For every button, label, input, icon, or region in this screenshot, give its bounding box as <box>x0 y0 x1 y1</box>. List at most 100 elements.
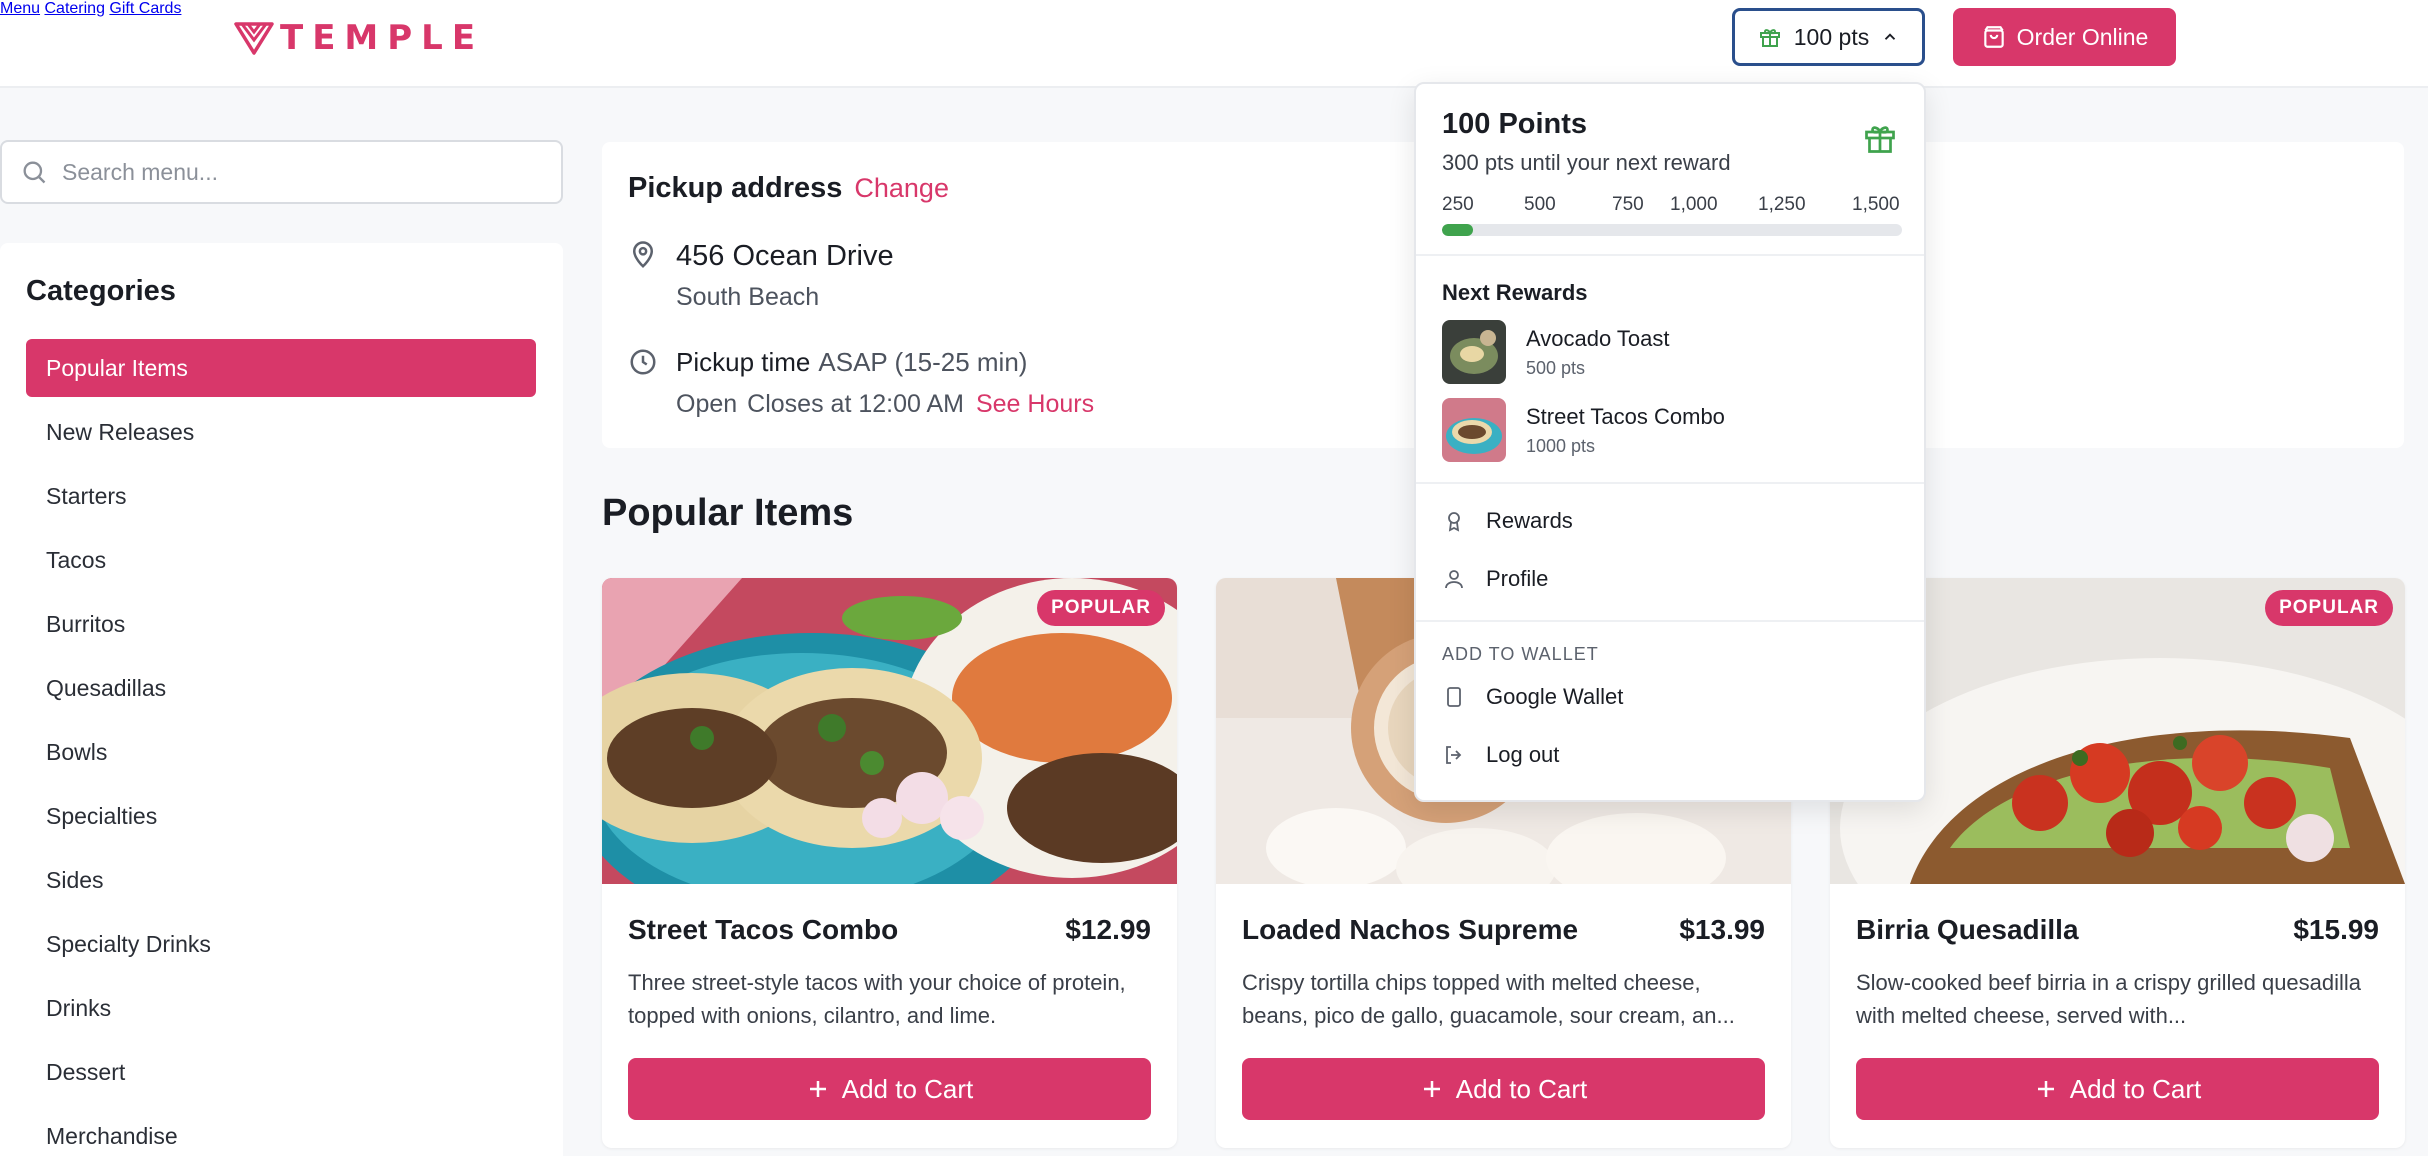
category-popular-items[interactable]: Popular Items <box>26 339 536 397</box>
user-icon <box>1445 570 1463 589</box>
menu-log-out[interactable]: Log out <box>1442 742 1559 768</box>
points-dropdown-toggle[interactable]: 100 pts <box>1732 8 1925 66</box>
reward-name: Avocado Toast <box>1526 325 1670 351</box>
tick-label: 1,250 <box>1758 194 1806 215</box>
divider <box>1416 620 1924 622</box>
reward-thumbnail <box>1442 398 1506 462</box>
categories-title: Categories <box>26 275 176 307</box>
change-address-link[interactable]: Change <box>854 173 949 204</box>
map-pin-icon <box>632 241 654 268</box>
order-online-button[interactable]: Order Online <box>1953 8 2176 66</box>
search-box <box>0 140 563 204</box>
pickup-time: Pickup time ASAP (15-25 min) Open Closes a… <box>628 347 1094 419</box>
popular-badge: POPULAR <box>2265 590 2393 626</box>
see-hours-link[interactable]: See Hours <box>976 390 1094 418</box>
product-name: Loaded Nachos Supreme <box>1242 914 1579 945</box>
category-drinks[interactable]: Drinks <box>26 979 536 1037</box>
product-description: Three street-style tacos with your choic… <box>628 970 1126 1028</box>
plus-icon <box>2037 1081 2054 1097</box>
phone-icon <box>1447 687 1461 707</box>
closing-time: Closes at 12:00 AM <box>747 390 964 418</box>
points-label: 100 pts <box>1793 23 1870 50</box>
clock-icon <box>630 349 656 375</box>
reward-name: Street Tacos Combo <box>1526 403 1725 429</box>
store-status: Open <box>676 390 738 418</box>
points-progress-fill <box>1442 224 1473 236</box>
address-line-2: South Beach <box>676 283 820 311</box>
chevron-up-icon <box>1885 33 1896 40</box>
tick-label: 1,500 <box>1852 194 1900 215</box>
menu-log-out-label: Log out <box>1486 742 1560 767</box>
category-burritos[interactable]: Burritos <box>26 595 536 653</box>
pickup-time-label: Pickup time <box>676 347 811 377</box>
plus-icon <box>809 1081 826 1097</box>
menu-profile[interactable]: Profile <box>1442 566 1548 592</box>
tick-label: 1,000 <box>1670 194 1718 215</box>
logo-mark-icon <box>234 22 274 55</box>
award-icon <box>1448 512 1460 532</box>
plus-icon <box>1423 1081 1440 1097</box>
add-to-cart-button[interactable]: Add to Cart <box>1242 1058 1765 1120</box>
menu-google-wallet[interactable]: Google Wallet <box>1442 684 1623 710</box>
search-icon <box>23 161 46 184</box>
next-rewards-title: Next Rewards <box>1442 280 1588 305</box>
category-starters[interactable]: Starters <box>26 467 536 525</box>
add-to-cart-label: Add to Cart <box>1455 1073 1588 1104</box>
pickup-address: 456 Ocean Drive South Beach <box>628 240 894 312</box>
reward-points: 1000 pts <box>1526 435 1596 456</box>
divider <box>1416 254 1924 256</box>
reward-item-avocado-toast[interactable]: Avocado Toast 500 pts <box>1442 320 1670 384</box>
product-description: Crispy tortilla chips topped with melted… <box>1242 970 1735 1028</box>
brand-logo[interactable]: TEMPLE <box>234 18 484 58</box>
category-bowls[interactable]: Bowls <box>26 723 536 781</box>
gift-icon <box>1759 29 1780 47</box>
pickup-title: Pickup address <box>628 172 843 204</box>
category-new-releases[interactable]: New Releases <box>26 403 536 461</box>
wallet-caption: ADD TO WALLET <box>1442 644 1599 664</box>
product-name: Birria Quesadilla <box>1856 914 2079 945</box>
nav-catering[interactable]: Catering <box>44 0 104 17</box>
reward-points: 500 pts <box>1526 357 1586 378</box>
category-sides[interactable]: Sides <box>26 851 536 909</box>
menu-rewards[interactable]: Rewards <box>1442 508 1573 534</box>
category-merchandise[interactable]: Merchandise <box>26 1107 536 1156</box>
nav-menu[interactable]: Menu <box>0 0 40 17</box>
product-price: $13.99 <box>1679 914 1765 945</box>
add-to-cart-button[interactable]: Add to Cart <box>1856 1058 2379 1120</box>
menu-google-wallet-label: Google Wallet <box>1486 684 1624 709</box>
tick-label: 500 <box>1524 194 1556 215</box>
shopping-bag-icon <box>1983 26 2004 48</box>
product-price: $12.99 <box>1065 914 1151 945</box>
divider <box>1416 482 1924 484</box>
reward-item-street-tacos[interactable]: Street Tacos Combo 1000 pts <box>1442 398 1725 462</box>
product-card[interactable]: POPULAR Street Tacos Combo $12.99 Three … <box>602 578 1177 1148</box>
add-to-cart-button[interactable]: Add to Cart <box>628 1058 1151 1120</box>
category-specialties[interactable]: Specialties <box>26 787 536 845</box>
points-progress-bar <box>1442 224 1902 236</box>
reward-thumbnail <box>1442 320 1506 384</box>
progress-ticks: 250 500 750 1,000 1,250 1,500 <box>1442 194 1902 218</box>
gift-icon <box>1865 126 1895 153</box>
top-navbar: TEMPLE Menu Catering Gift Cards 100 pts … <box>0 0 2428 88</box>
add-to-cart-label: Add to Cart <box>2069 1073 2202 1104</box>
search-input[interactable] <box>62 158 561 186</box>
category-tacos[interactable]: Tacos <box>26 531 536 589</box>
menu-rewards-label: Rewards <box>1486 508 1573 533</box>
tick-label: 750 <box>1612 194 1644 215</box>
tick-label: 250 <box>1442 194 1474 215</box>
pickup-time-value: ASAP (15-25 min) <box>818 347 1028 377</box>
category-dessert[interactable]: Dessert <box>26 1043 536 1101</box>
add-to-cart-label: Add to Cart <box>841 1073 974 1104</box>
categories-panel: Categories Popular Items New Releases St… <box>0 243 563 1156</box>
category-quesadillas[interactable]: Quesadillas <box>26 659 536 717</box>
product-price: $15.99 <box>2293 914 2379 945</box>
menu-profile-label: Profile <box>1486 566 1549 591</box>
points-title: 100 Points <box>1442 108 1588 140</box>
nav-gift-cards[interactable]: Gift Cards <box>109 0 181 17</box>
rewards-dropdown: 100 Points 300 pts until your next rewar… <box>1414 82 1926 802</box>
categories-list: Popular Items New Releases Starters Taco… <box>26 339 536 1156</box>
product-image-tacos: POPULAR <box>602 578 1177 884</box>
product-description: Slow-cooked beef birria in a crispy gril… <box>1856 970 2362 1028</box>
category-specialty-drinks[interactable]: Specialty Drinks <box>26 915 536 973</box>
product-name: Street Tacos Combo <box>628 914 899 945</box>
